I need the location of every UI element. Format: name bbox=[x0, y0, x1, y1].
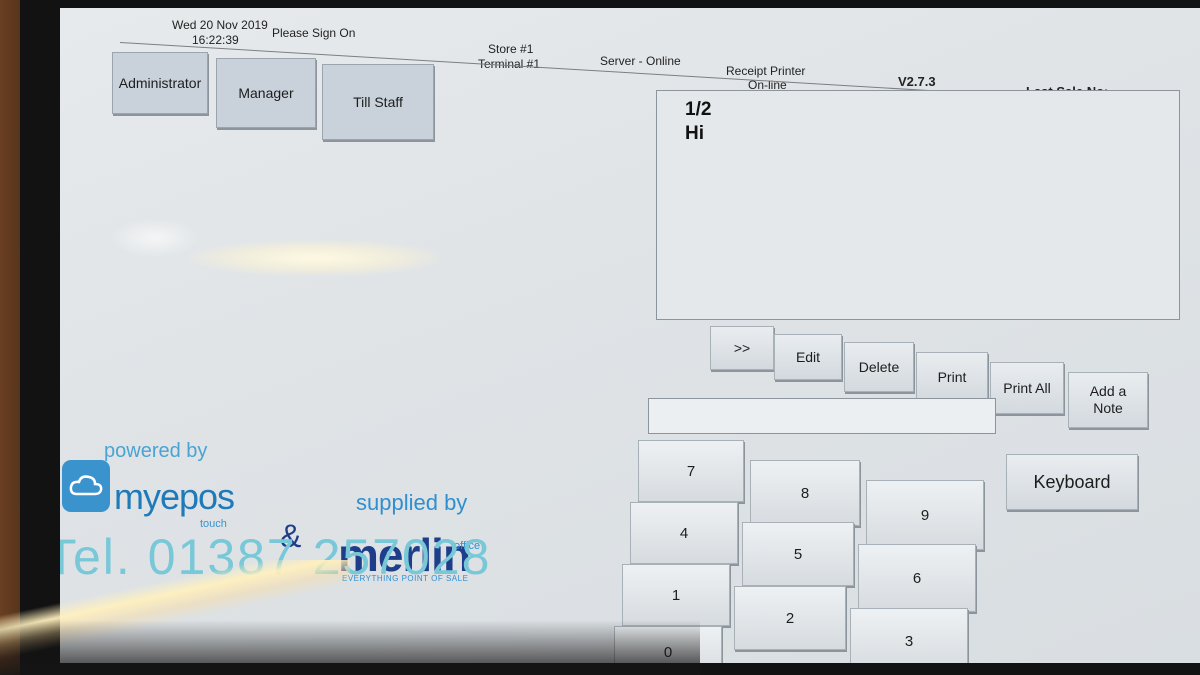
edit-note-button[interactable]: Edit bbox=[774, 334, 842, 380]
key-8[interactable]: 8 bbox=[750, 460, 860, 526]
till-staff-button[interactable]: Till Staff bbox=[322, 64, 434, 140]
delete-note-button[interactable]: Delete bbox=[844, 342, 914, 392]
key-7[interactable]: 7 bbox=[638, 440, 744, 502]
key-3[interactable]: 3 bbox=[850, 608, 968, 663]
screen-glare bbox=[190, 240, 440, 276]
myepos-cloud-icon bbox=[62, 460, 110, 512]
myepos-logo-text: myepos bbox=[114, 476, 235, 517]
printer-status-line1: Receipt Printer bbox=[726, 64, 806, 78]
keyboard-button[interactable]: Keyboard bbox=[1006, 454, 1138, 510]
note-text: Hi bbox=[685, 123, 704, 144]
powered-by-label: powered by bbox=[104, 440, 208, 462]
administrator-button[interactable]: Administrator bbox=[112, 52, 208, 114]
manager-button[interactable]: Manager bbox=[216, 58, 316, 128]
key-2[interactable]: 2 bbox=[734, 586, 846, 650]
note-page-indicator: 1/2 bbox=[685, 99, 712, 120]
time-label: 16:22:39 bbox=[192, 33, 239, 47]
key-6[interactable]: 6 bbox=[858, 544, 976, 612]
key-5[interactable]: 5 bbox=[742, 522, 854, 586]
date-label: Wed 20 Nov 2019 bbox=[172, 18, 268, 32]
add-note-label-line1: Add a bbox=[1089, 383, 1127, 399]
server-status: Server - Online bbox=[600, 54, 681, 68]
key-1[interactable]: 1 bbox=[622, 564, 730, 626]
version-label: V2.7.3 bbox=[898, 74, 936, 89]
key-4[interactable]: 4 bbox=[630, 502, 738, 564]
next-note-button[interactable]: >> bbox=[710, 326, 774, 370]
bezel-bottom bbox=[0, 620, 700, 675]
key-9[interactable]: 9 bbox=[866, 480, 984, 550]
sign-on-prompt: Please Sign On bbox=[272, 26, 356, 40]
add-note-button[interactable]: Add a Note bbox=[1068, 372, 1148, 428]
add-note-label-line2: Note bbox=[1093, 400, 1123, 416]
keypad-entry-field[interactable] bbox=[648, 398, 996, 434]
store-label: Store #1 bbox=[488, 42, 534, 56]
screen-reflection bbox=[110, 218, 200, 258]
note-panel[interactable]: 1/2 Hi bbox=[656, 90, 1180, 320]
print-note-button[interactable]: Print bbox=[916, 352, 988, 402]
print-all-button[interactable]: Print All bbox=[990, 362, 1064, 414]
supplied-by-label: supplied by bbox=[356, 490, 468, 515]
